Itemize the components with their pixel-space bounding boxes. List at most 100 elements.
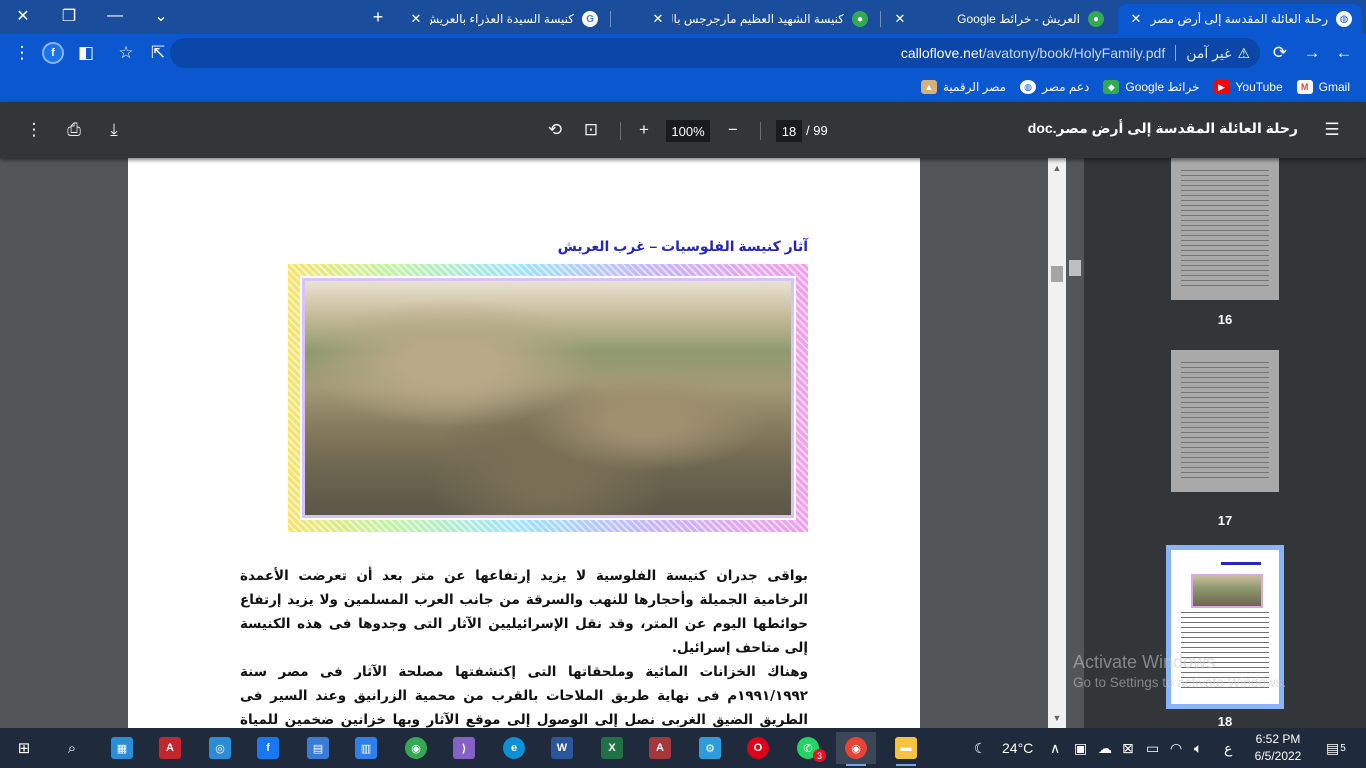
scroll-down-icon[interactable]: ▼ xyxy=(1048,710,1066,726)
thumbnail-scrollbar[interactable] xyxy=(1066,158,1084,728)
maps-icon: ◆ xyxy=(1103,80,1120,94)
bookmark-label: Gmail xyxy=(1318,80,1350,94)
close-tab-icon[interactable]: ✕ xyxy=(892,11,908,27)
notification-count: 5 xyxy=(1340,742,1346,754)
warning-icon[interactable]: ⚠ xyxy=(1237,45,1250,62)
bookmarks-bar: Gmail M YouTube ▶ خرائط Google ◆ دعم مصر… xyxy=(0,72,1366,102)
whatsapp-badge: 3 xyxy=(813,749,826,762)
side-panel-icon[interactable]: ◧ xyxy=(72,39,100,67)
thumbnail-number: 17 xyxy=(1217,513,1233,528)
close-tab-icon[interactable]: ✕ xyxy=(1128,11,1144,27)
close-tab-icon[interactable]: ✕ xyxy=(408,11,424,27)
scrollbar-thumb[interactable] xyxy=(1051,266,1063,282)
profile-avatar[interactable]: f xyxy=(42,42,64,64)
back-icon[interactable]: ← xyxy=(1330,39,1358,67)
clock[interactable]: 6:52 PM 6/5/2022 xyxy=(1240,731,1316,765)
reload-icon[interactable]: ⟳ xyxy=(1266,39,1294,67)
toolbar-separator xyxy=(760,122,761,140)
access-icon[interactable]: A xyxy=(150,732,190,764)
thumbnail-image[interactable] xyxy=(1171,350,1279,492)
close-window-button[interactable]: ✕ xyxy=(0,0,46,32)
menu-kebab-icon[interactable]: ⋮ xyxy=(8,39,36,67)
new-tab-button[interactable]: + xyxy=(364,4,392,30)
pdf-viewport[interactable]: آثار كنيسة الفلوسيات – غرب العريش بواقى … xyxy=(0,158,1048,728)
thumbnail-image[interactable] xyxy=(1171,158,1279,300)
rotate-icon[interactable]: ⟲ xyxy=(543,118,567,142)
tab-title: كنيسة السيدة العذراء بالعريش - بحث xyxy=(430,12,574,26)
forward-icon[interactable]: → xyxy=(1298,39,1326,67)
tab-arish-maps[interactable]: ● العريش - خرائط Google ✕ xyxy=(882,4,1114,34)
volume-icon[interactable]: 🔈︎ xyxy=(1194,728,1202,768)
settings-app-icon[interactable]: ⚙ xyxy=(690,732,730,764)
page-number-input[interactable]: 18 xyxy=(776,120,802,142)
tab-holy-family-pdf[interactable]: ◍ رحلة العائلة المقدسة إلى أرض مصر ✕ xyxy=(1118,4,1362,34)
bookmark-youtube[interactable]: YouTube ▶ xyxy=(1213,80,1283,94)
download-icon[interactable]: ⤓ xyxy=(102,118,126,142)
address-bar[interactable]: ⚠ غير آمن calloflove.net/avatony/book/Ho… xyxy=(170,38,1260,68)
tab-search-button[interactable]: ⌄ xyxy=(138,0,184,32)
security-tray-icon[interactable]: ⊠ xyxy=(1122,728,1134,768)
page-total: / 99 xyxy=(806,123,828,138)
visual-studio-icon[interactable]: ⟩ xyxy=(444,732,484,764)
security-label[interactable]: غير آمن xyxy=(1186,45,1231,62)
bookmark-gmail[interactable]: Gmail M xyxy=(1296,80,1350,94)
word-icon[interactable]: W xyxy=(542,732,582,764)
search-icon[interactable]: ⌕ xyxy=(52,732,92,764)
bookmark-google-maps[interactable]: خرائط Google ◆ xyxy=(1103,80,1200,94)
access-db-icon[interactable]: A xyxy=(640,732,680,764)
battery-icon[interactable]: ▭ xyxy=(1146,728,1159,768)
more-actions-icon[interactable]: ⋮ xyxy=(22,118,46,142)
calendar-icon[interactable]: ▥ xyxy=(346,732,386,764)
close-tab-icon[interactable]: ✕ xyxy=(650,11,666,27)
meet-now-icon[interactable]: ▣ xyxy=(1074,728,1087,768)
activate-windows-watermark: Activate Windows Go to Settings to activ… xyxy=(1073,652,1286,690)
zoom-in-icon[interactable]: + xyxy=(632,118,656,142)
tab-title: العريش - خرائط Google xyxy=(957,12,1080,26)
opera-icon[interactable]: O xyxy=(738,732,778,764)
print-icon[interactable]: ⎙ xyxy=(62,118,86,142)
bookmark-label: خرائط Google xyxy=(1125,80,1200,94)
tab-church-virgin-search[interactable]: G كنيسة السيدة العذراء بالعريش - بحث ✕ xyxy=(398,4,608,34)
edge-icon[interactable]: e xyxy=(494,732,534,764)
weather-temperature[interactable]: 24°C xyxy=(1002,728,1033,768)
scroll-up-icon[interactable]: ▲ xyxy=(1048,160,1066,176)
zoom-level[interactable]: 100% xyxy=(666,120,710,142)
whatsapp-icon[interactable]: ✆ 3 xyxy=(788,732,828,764)
wifi-icon[interactable]: ◠ xyxy=(1170,728,1182,768)
watermark-title: Activate Windows xyxy=(1073,652,1216,672)
notifications-icon[interactable]: ▤ 5 xyxy=(1326,728,1346,768)
weather-icon[interactable]: ☾ xyxy=(974,728,987,768)
facebook-icon[interactable]: f xyxy=(248,732,288,764)
globe-icon: ◍ xyxy=(1020,80,1037,94)
show-hidden-icons[interactable]: ∧ xyxy=(1050,728,1060,768)
taskbar: ⊞ ⌕ ▦ A ◎ f ▤ ▥ ◉ ⟩ e W X A ⚙ O ✆ 3 ◉ ▬ ☾… xyxy=(0,728,1366,768)
bookmark-support-egypt[interactable]: دعم مصر ◍ xyxy=(1020,80,1089,94)
tab-separator xyxy=(880,11,881,27)
sidebar-menu-icon[interactable]: ☰ xyxy=(1320,118,1344,142)
page-heading: آثار كنيسة الفلوسيات – غرب العريش xyxy=(557,238,808,254)
gmail-icon: M xyxy=(1296,80,1313,94)
search-app-icon[interactable]: ◎ xyxy=(200,732,240,764)
bookmark-digital-egypt[interactable]: مصر الرقمية ▲ xyxy=(920,80,1006,94)
maps-pin-icon: ● xyxy=(852,11,868,27)
chrome-maps-icon[interactable]: ◉ xyxy=(836,732,876,766)
fit-page-icon[interactable]: ⊡ xyxy=(579,118,603,142)
windows-start-icon[interactable]: ⊞ xyxy=(4,732,44,764)
youtube-icon: ▶ xyxy=(1213,80,1230,94)
calculator-icon[interactable]: ▤ xyxy=(298,732,338,764)
file-explorer-icon[interactable]: ▦ xyxy=(102,732,142,764)
share-icon[interactable]: ⇱ xyxy=(144,39,172,67)
chrome-icon[interactable]: ◉ xyxy=(396,732,436,764)
bookmark-star-icon[interactable]: ☆ xyxy=(112,39,140,67)
language-indicator[interactable]: ع xyxy=(1224,728,1232,768)
restore-window-button[interactable]: ❐ xyxy=(46,0,92,32)
folder-icon[interactable]: ▬ xyxy=(886,732,926,766)
excel-icon[interactable]: X xyxy=(592,732,632,764)
url-text[interactable]: calloflove.net/avatony/book/HolyFamily.p… xyxy=(901,45,1165,61)
minimize-window-button[interactable]: — xyxy=(92,0,138,32)
onedrive-icon[interactable]: ☁ xyxy=(1098,728,1112,768)
document-scrollbar[interactable]: ▲ ▼ xyxy=(1048,158,1066,728)
zoom-out-icon[interactable]: − xyxy=(721,118,745,142)
tab-church-st-george[interactable]: ● كنيسة الشهيد العظيم مارجرجس بالع ✕ xyxy=(640,4,878,34)
scrollbar-thumb[interactable] xyxy=(1069,260,1081,276)
